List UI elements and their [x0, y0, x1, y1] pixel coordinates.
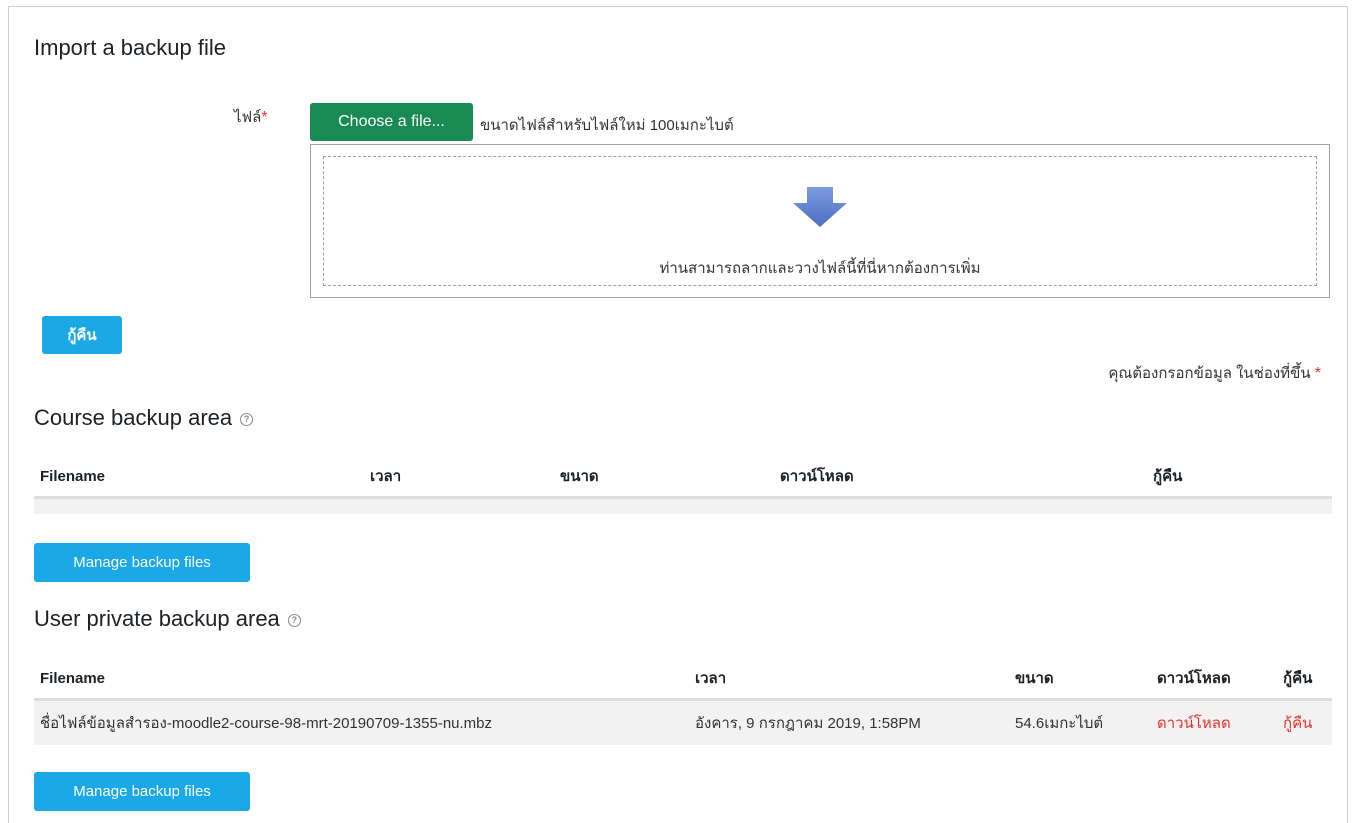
required-note: คุณต้องกรอกข้อมูล ในช่องที่ขึ้น * [1108, 365, 1321, 382]
cell-filename: ชื่อไฟล์ข้อมูลสำรอง-moodle2-course-98-mr… [34, 699, 689, 745]
required-icon: * [1314, 365, 1321, 382]
manage-backup-files-button[interactable]: Manage backup files [34, 543, 250, 582]
column-header-download: ดาวน์โหลด [774, 457, 1147, 499]
max-size-text: ขนาดไฟล์สำหรับไฟล์ใหม่ 100เมกะไบต์ [480, 117, 734, 134]
user-backup-table: Filename เวลา ขนาด ดาวน์โหลด กู้คืน ชื่อ… [34, 659, 1332, 745]
restore-button[interactable]: กู้คืน [42, 316, 122, 354]
choose-file-button[interactable]: Choose a file... [310, 103, 473, 141]
required-icon: * [261, 109, 268, 126]
column-header-size: ขนาด [1009, 659, 1151, 701]
import-title: Import a backup file [34, 35, 226, 60]
file-label: ไฟล์* [234, 109, 268, 126]
column-header-time: เวลา [364, 457, 554, 499]
cell-size: 54.6เมกะไบต์ [1009, 699, 1151, 745]
table-header-row: Filename เวลา ขนาด ดาวน์โหลด กู้คืน [34, 457, 1332, 499]
column-header-filename: Filename [34, 457, 364, 499]
cell-time: อังคาร, 9 กรกฎาคม 2019, 1:58PM [689, 699, 1009, 745]
column-header-time: เวลา [689, 659, 1009, 701]
file-dropzone[interactable]: ท่านสามารถลากและวางไฟล์นี้ที่นี่หากต้องก… [310, 144, 1330, 298]
main-panel: Import a backup file ไฟล์* Choose a file… [8, 6, 1348, 823]
course-backup-title: Course backup area? [34, 405, 254, 431]
help-icon[interactable]: ? [287, 613, 301, 627]
arrow-down-icon [793, 187, 847, 227]
restore-link[interactable]: กู้คืน [1283, 715, 1312, 732]
column-header-restore: กู้คืน [1147, 457, 1332, 499]
table-header-row: Filename เวลา ขนาด ดาวน์โหลด กู้คืน [34, 659, 1332, 701]
empty-table-row [34, 497, 1332, 514]
help-icon[interactable]: ? [240, 412, 254, 426]
user-backup-title: User private backup area? [34, 606, 301, 632]
course-backup-table: Filename เวลา ขนาด ดาวน์โหลด กู้คืน [34, 457, 1332, 514]
download-link[interactable]: ดาวน์โหลด [1157, 715, 1231, 732]
dropzone-text: ท่านสามารถลากและวางไฟล์นี้ที่นี่หากต้องก… [659, 260, 981, 277]
column-header-restore: กู้คืน [1277, 659, 1332, 701]
table-row: ชื่อไฟล์ข้อมูลสำรอง-moodle2-course-98-mr… [34, 699, 1332, 745]
manage-backup-files-button[interactable]: Manage backup files [34, 772, 250, 811]
dropzone-dashed-area[interactable]: ท่านสามารถลากและวางไฟล์นี้ที่นี่หากต้องก… [323, 156, 1317, 286]
column-header-filename: Filename [34, 659, 689, 701]
column-header-size: ขนาด [554, 457, 774, 499]
column-header-download: ดาวน์โหลด [1151, 659, 1277, 701]
